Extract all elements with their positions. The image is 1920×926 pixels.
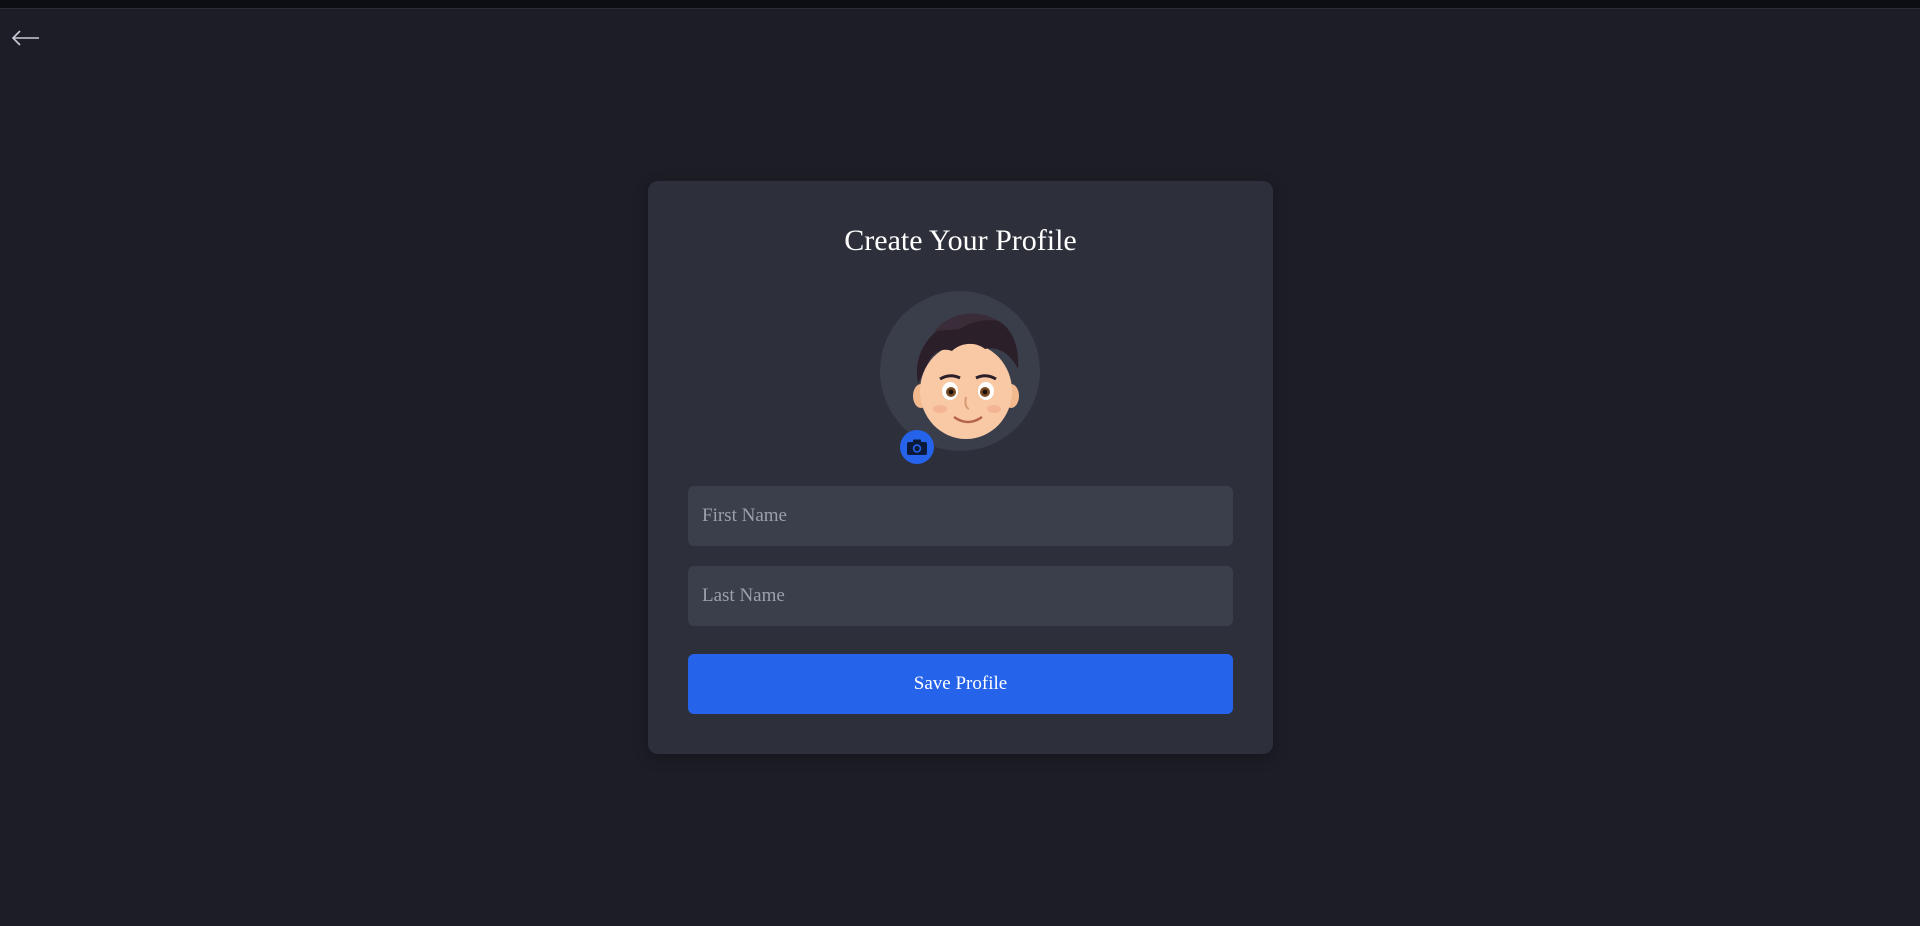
save-profile-button[interactable]: Save Profile (688, 654, 1233, 714)
page-title: Create Your Profile (844, 224, 1077, 257)
cartoon-boy-avatar-icon (913, 313, 1019, 439)
avatar[interactable] (880, 291, 1040, 451)
arrow-left-icon (11, 30, 39, 46)
camera-icon (907, 439, 927, 455)
first-name-field[interactable] (688, 486, 1233, 546)
back-button[interactable] (10, 26, 42, 50)
browser-top-strip (0, 0, 1920, 9)
profile-card: Create Your Profile First Name Last Name… (648, 181, 1273, 754)
change-photo-button[interactable] (900, 430, 934, 464)
last-name-field[interactable] (688, 566, 1233, 626)
